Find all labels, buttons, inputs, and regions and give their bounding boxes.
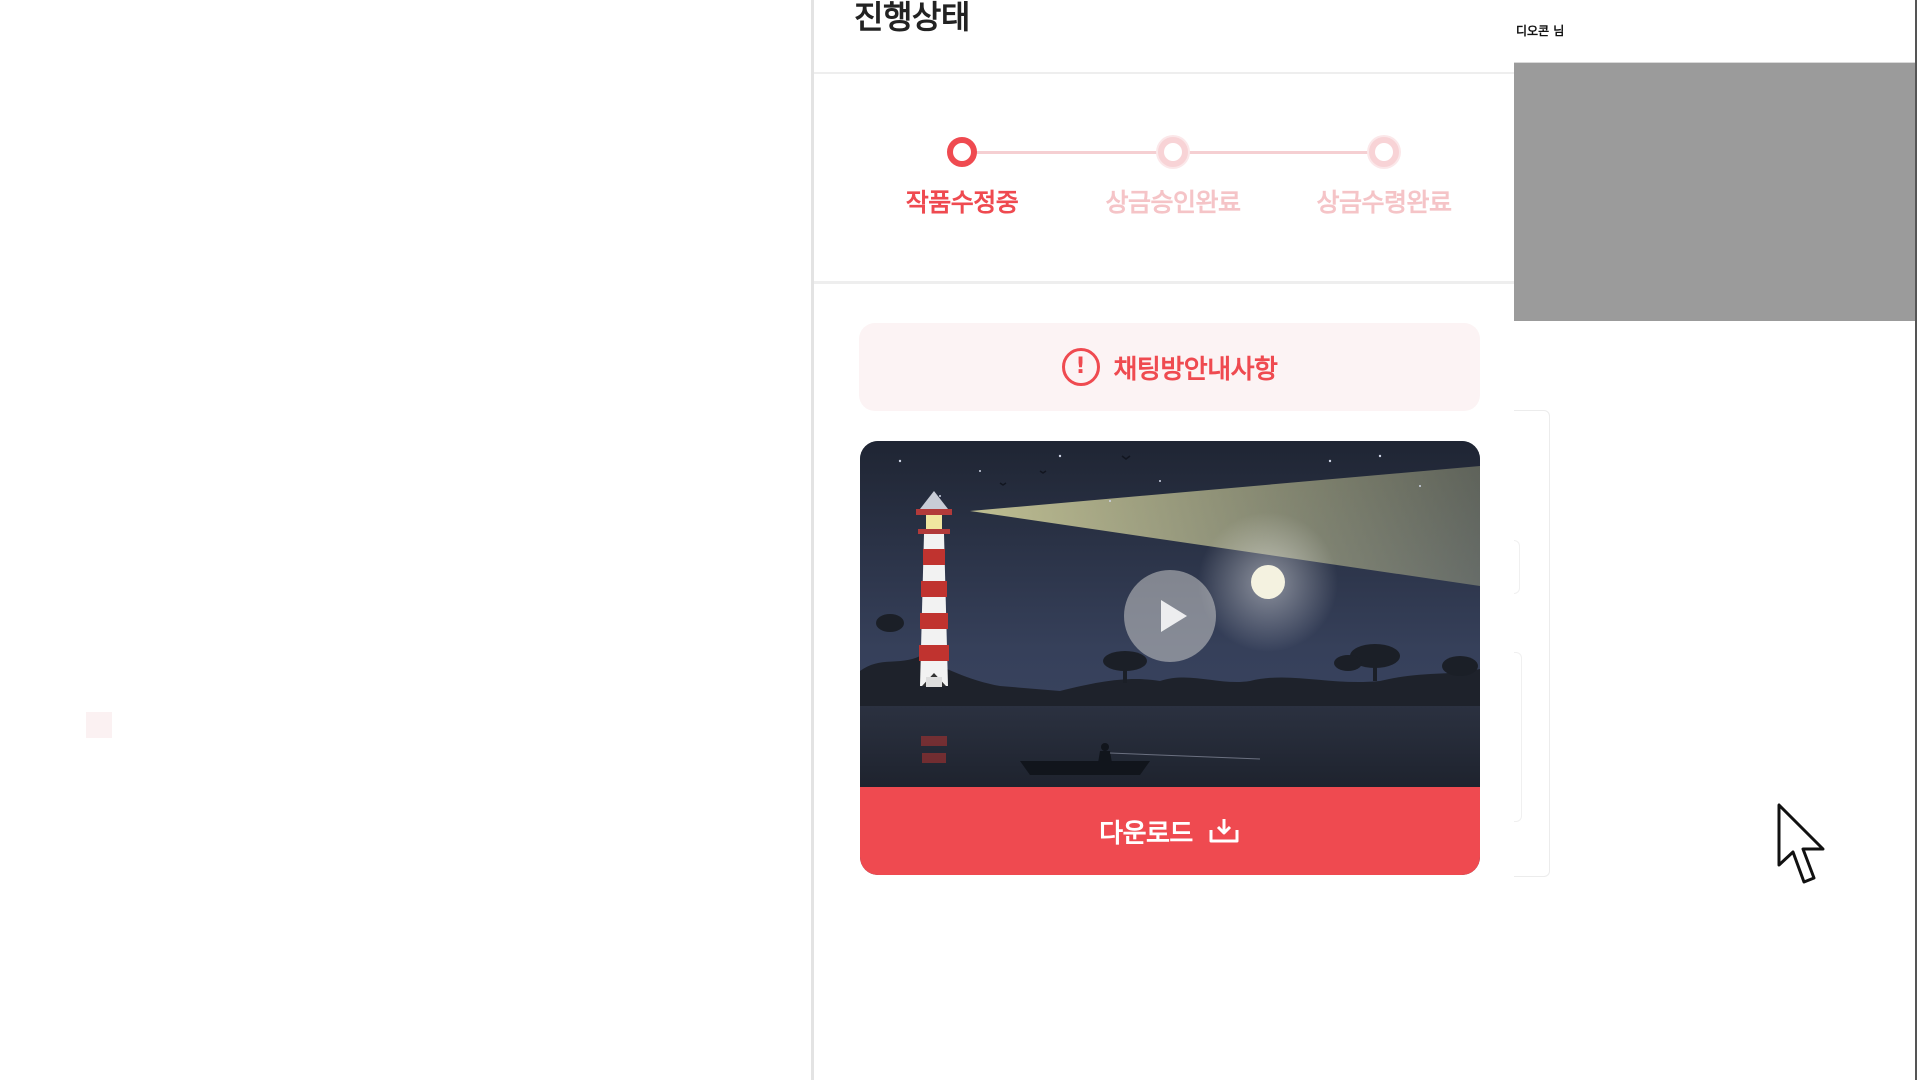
screen: 진행상태 작품수정중 상금승인완료 상금수령완료 ! 채팅방안내사항 다운로드 …	[0, 0, 1920, 1080]
page-title: 진행상태	[854, 0, 970, 36]
step-dot	[1369, 137, 1399, 167]
download-label: 다운로드	[1099, 818, 1193, 849]
divider	[814, 72, 1514, 74]
chat-notice-button[interactable]: ! 채팅방안내사항	[859, 323, 1480, 411]
step-prize-approved: 상금승인완료	[1073, 130, 1273, 219]
mouse-cursor-icon	[1777, 803, 1825, 884]
exclamation-circle-icon: !	[1061, 348, 1100, 386]
window-edge	[1915, 0, 1917, 1080]
step-label: 작품수정중	[905, 188, 1019, 217]
step-label: 상금승인완료	[1105, 188, 1241, 217]
background-marker	[86, 712, 112, 738]
side-panel: 디오콘 님	[1514, 0, 1920, 1080]
step-prize-received: 상금수령완료	[1284, 130, 1484, 219]
step-dot	[947, 137, 977, 167]
divider	[814, 281, 1514, 284]
card-outline	[1514, 652, 1522, 822]
notice-label: 채팅방안내사항	[1113, 354, 1278, 385]
side-panel-header: 디오콘 님	[1514, 0, 1915, 63]
play-icon	[1161, 600, 1187, 632]
card-outline	[1514, 540, 1520, 594]
step-dot	[1158, 137, 1188, 167]
download-icon	[1209, 819, 1239, 843]
download-button[interactable]: 다운로드	[860, 787, 1480, 875]
progress-panel: 진행상태 작품수정중 상금승인완료 상금수령완료 ! 채팅방안내사항 다운로드	[811, 0, 1514, 1080]
play-button[interactable]	[1124, 570, 1216, 662]
progress-stepper: 작품수정중 상금승인완료 상금수령완료	[814, 130, 1514, 230]
step-editing: 작품수정중	[862, 130, 1062, 219]
image-placeholder	[1514, 63, 1915, 321]
step-label: 상금수령완료	[1316, 188, 1452, 217]
user-name: 디오콘 님	[1516, 24, 1565, 38]
video-card: 다운로드	[860, 441, 1480, 875]
